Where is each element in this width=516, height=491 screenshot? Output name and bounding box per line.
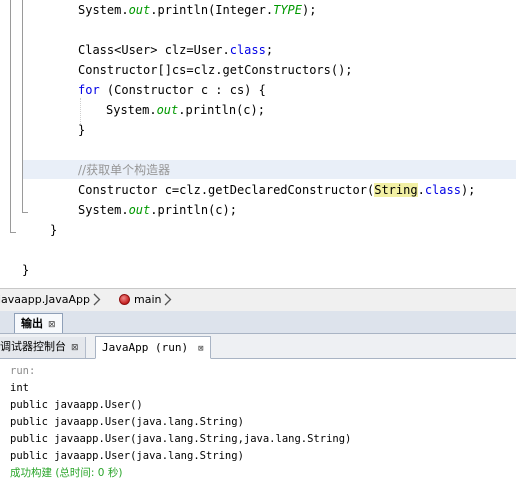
chevron-right-icon	[93, 293, 101, 306]
breadcrumb-class[interactable]: javaapp.JavaApp	[0, 289, 90, 311]
chevron-right-icon	[164, 293, 172, 306]
code-line: Constructor[]cs=clz.getConstructors();	[78, 63, 353, 77]
code-line: Constructor c=clz.getDeclaredConstructor…	[78, 183, 476, 197]
breadcrumb-method[interactable]: main	[134, 289, 161, 311]
close-icon[interactable]: ⊠	[48, 320, 56, 330]
code-line: System.out.println(Integer.TYPE);	[78, 3, 317, 17]
tab-label: JavaApp (run)	[102, 341, 189, 354]
output-window-tab[interactable]: 输出 ⊠	[14, 313, 63, 333]
class-fold-guide	[10, 0, 11, 232]
console-line: public javaapp.User(java.lang.String)	[10, 450, 244, 462]
close-icon[interactable]: ⊠	[71, 343, 79, 353]
code-line: }	[78, 123, 86, 137]
console-line: int	[10, 382, 29, 394]
build-status: 成功构建 (总时间: 0 秒)	[10, 467, 123, 479]
code-line: System.out.println(c);	[78, 203, 237, 217]
breadcrumb: javaapp.JavaApp main	[0, 288, 516, 312]
code-line: }	[50, 223, 58, 237]
code-editor[interactable]: System.out.println(Integer.TYPE); Class<…	[0, 0, 516, 288]
console-line: public javaapp.User(java.lang.String,jav…	[10, 433, 352, 445]
class-fold-end	[10, 232, 16, 233]
method-icon	[119, 294, 130, 305]
tab-label: 调试器控制台	[0, 340, 66, 353]
method-fold-guide	[22, 0, 23, 212]
tab-debugger-console[interactable]: 调试器控制台 ⊠	[0, 337, 86, 358]
method-fold-end	[22, 212, 28, 213]
matched-type: String	[374, 183, 418, 197]
output-window-title: 输出	[21, 317, 43, 330]
output-tabs: 调试器控制台 ⊠ JavaApp (run) ⊠	[0, 334, 516, 359]
console-line: run:	[10, 365, 36, 377]
code-line: System.out.println(c);	[106, 103, 265, 117]
output-window-header: 输出 ⊠	[0, 311, 516, 334]
code-comment: //获取单个构造器	[78, 163, 171, 177]
tab-javaapp-run[interactable]: JavaApp (run) ⊠	[95, 336, 211, 359]
output-console[interactable]: run: int public javaapp.User() public ja…	[0, 359, 516, 491]
console-line: public javaapp.User(java.lang.String)	[10, 416, 244, 428]
code-line: Class<User> clz=User.class;	[78, 43, 274, 57]
close-icon[interactable]: ⊠	[198, 344, 203, 354]
code-line: }	[22, 263, 30, 277]
code-line: for (Constructor c : cs) {	[78, 83, 266, 97]
console-line: public javaapp.User()	[10, 399, 143, 411]
